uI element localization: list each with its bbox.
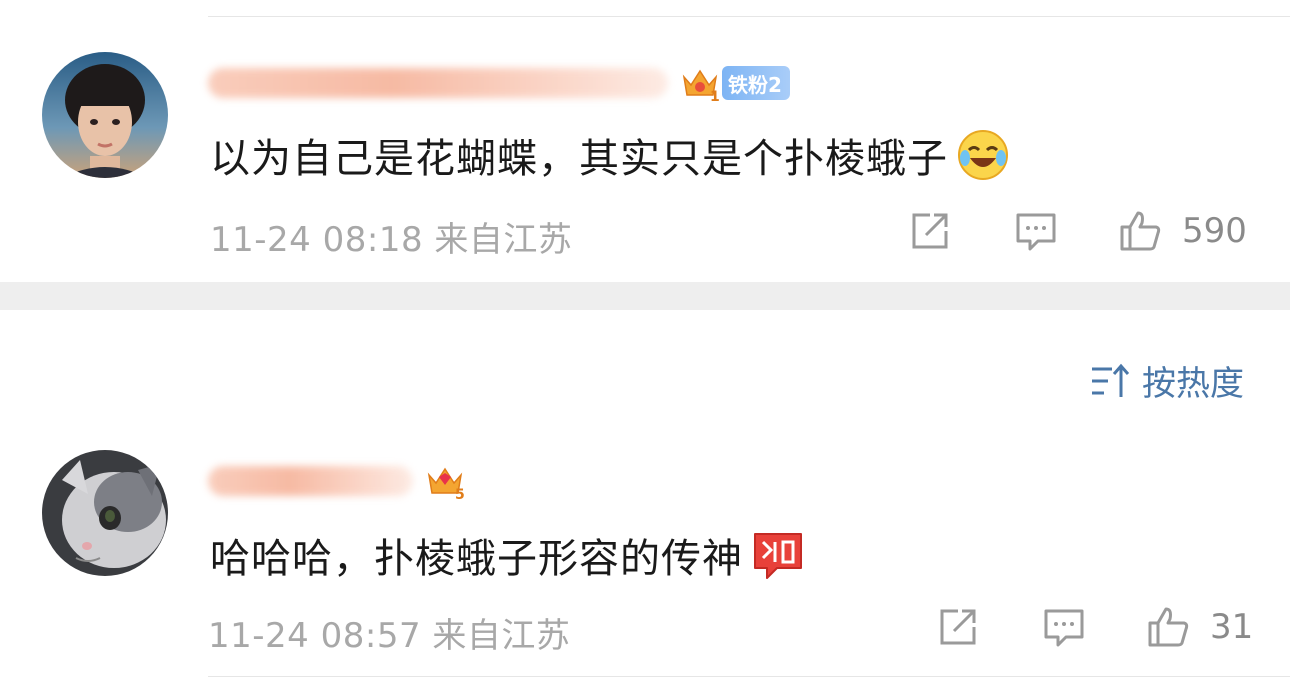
share-icon[interactable] [908,209,952,253]
comment-icon[interactable] [1042,605,1086,649]
comment-meta: 11-24 08:57 来自江苏 [208,616,571,656]
comment-body: 以为自己是花蝴蝶，其实只是个扑棱蛾子 [210,136,948,182]
avatar[interactable] [42,52,168,178]
section-gap [0,282,1290,310]
fan-badge[interactable]: 铁粉2 [722,66,790,100]
username-blurred[interactable] [208,466,413,496]
laughing-crying-emoji-icon [956,128,1010,182]
sort-icon [1092,363,1130,397]
username-row[interactable]: 5 [208,456,465,506]
sort-label: 按热度 [1142,364,1244,404]
comment-actions: 590 [908,208,1247,254]
comment-meta: 11-24 08:18 来自江苏 [210,220,573,260]
comment-actions: 31 [936,604,1253,650]
comment-text: 哈哈哈，扑棱蛾子形容的传神 [210,526,805,584]
crown-level: 1 [710,89,720,103]
top-divider [208,16,1290,17]
gei-li-sticker-icon [751,528,805,582]
comment-text: 以为自己是花蝴蝶，其实只是个扑棱蛾子 [210,126,1010,184]
comment-item: 5 哈哈哈，扑棱蛾子形容的传神 11-24 08:57 来自江苏 31 [0,440,1290,680]
sort-toggle[interactable]: 按热度 [1090,356,1244,405]
crown-badge-icon: 1 [680,63,720,105]
bottom-divider [208,676,1290,677]
like-count: 31 [1210,607,1254,647]
username-blurred[interactable] [208,68,668,98]
username-row[interactable]: 1 铁粉2 [208,58,790,108]
like-icon[interactable] [1118,209,1162,253]
comment-item: 1 铁粉2 以为自己是花蝴蝶，其实只是个扑棱蛾子 11-24 08:18 来自江… [0,40,1290,280]
comment-body: 哈哈哈，扑棱蛾子形容的传神 [210,536,743,582]
crown-level: 5 [455,487,465,501]
comment-icon[interactable] [1014,209,1058,253]
like-icon[interactable] [1146,605,1190,649]
avatar[interactable] [42,450,168,576]
like-count: 590 [1182,211,1247,251]
share-icon[interactable] [936,605,980,649]
crown-badge-icon: 5 [425,461,465,503]
